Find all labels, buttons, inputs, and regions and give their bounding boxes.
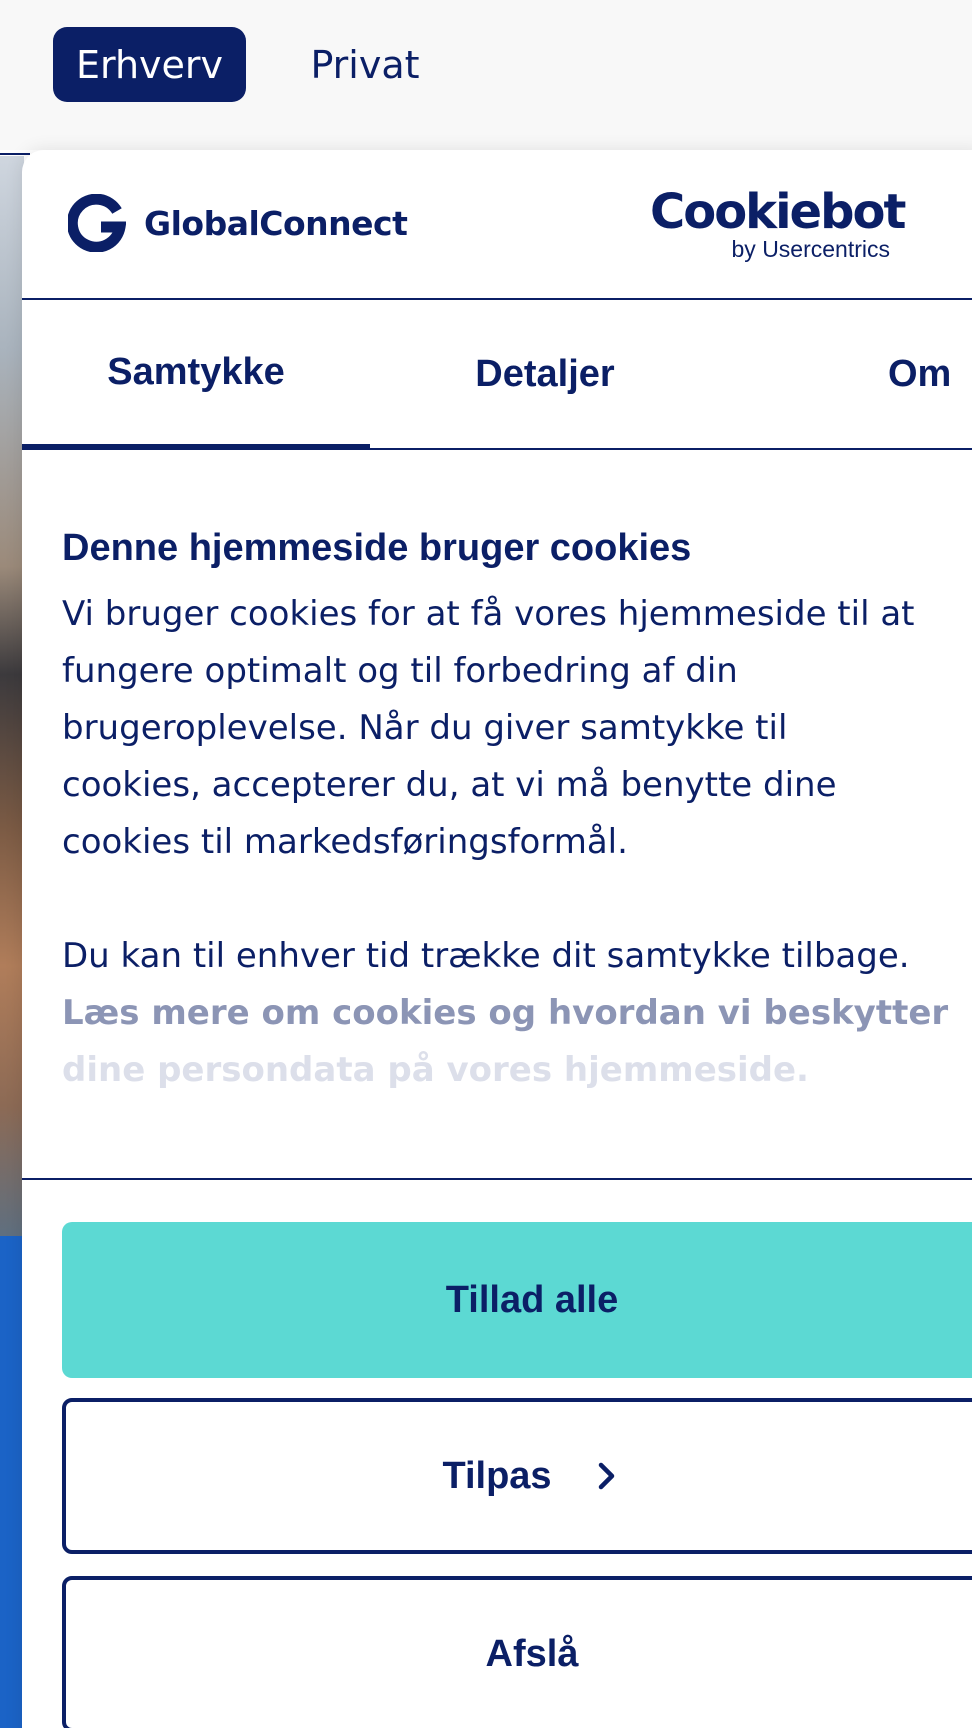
segment-privat-button[interactable]: Privat: [300, 27, 430, 102]
dialog-tabs: Samtykke Detaljer Om: [22, 300, 972, 450]
background-blue-panel: [0, 1236, 24, 1728]
dialog-title: Denne hjemmeside bruger cookies: [62, 527, 692, 569]
body-divider: [22, 1178, 972, 1180]
description-line: cookies, accepterer du, at vi må benytte…: [62, 765, 837, 805]
tab-om[interactable]: Om: [720, 300, 972, 448]
description-line: brugeroplevelse. Når du giver samtykke t…: [62, 708, 788, 748]
withdraw-consent-text: Du kan til enhver tid trække dit samtykk…: [62, 936, 910, 976]
background-hero-image: [0, 156, 24, 1236]
dialog-header: GlobalConnect Cookiebot by Usercentrics: [22, 150, 972, 300]
page: Erhverv Privat GlobalConnect Cookiebot b…: [0, 0, 972, 1728]
deny-button[interactable]: Afslå: [62, 1576, 972, 1728]
customize-button[interactable]: Tilpas: [62, 1398, 972, 1554]
cookiebot-tagline: by Usercentrics: [731, 236, 890, 262]
dialog-body[interactable]: Denne hjemmeside bruger cookies Vi bruge…: [62, 518, 972, 1278]
allow-all-label: Tillad alle: [445, 1278, 619, 1321]
globalconnect-logo-icon: [68, 194, 126, 252]
description-line: cookies til markedsføringsformål.: [62, 822, 628, 862]
privacy-link[interactable]: Læs mere om cookies og hvordan vi beskyt…: [62, 985, 972, 1042]
description-line: Vi bruger cookies for at få vores hjemme…: [62, 594, 915, 634]
chevron-right-icon: [598, 1462, 614, 1490]
deny-label: Afslå: [485, 1632, 579, 1675]
privacy-link-continued[interactable]: dine persondata på vores hjemmeside.: [62, 1042, 972, 1099]
allow-all-button[interactable]: Tillad alle: [62, 1222, 972, 1378]
cookiebot-wordmark: Cookiebot: [650, 184, 906, 240]
tab-detaljer[interactable]: Detaljer: [370, 300, 720, 448]
customize-label: Tilpas: [442, 1454, 552, 1497]
cookiebot-logo[interactable]: Cookiebot by Usercentrics: [650, 184, 906, 262]
cookie-consent-dialog: GlobalConnect Cookiebot by Usercentrics …: [22, 150, 972, 1728]
site-header: Erhverv Privat: [0, 0, 972, 150]
tab-samtykke[interactable]: Samtykke: [22, 300, 370, 448]
segment-erhverv-button[interactable]: Erhverv: [53, 27, 246, 102]
description-line: fungere optimalt og til forbedring af di…: [62, 651, 738, 691]
brand-name: GlobalConnect: [144, 203, 408, 243]
globalconnect-logo: GlobalConnect: [68, 194, 408, 252]
dialog-description: Vi bruger cookies for at få vores hjemme…: [62, 586, 972, 1099]
